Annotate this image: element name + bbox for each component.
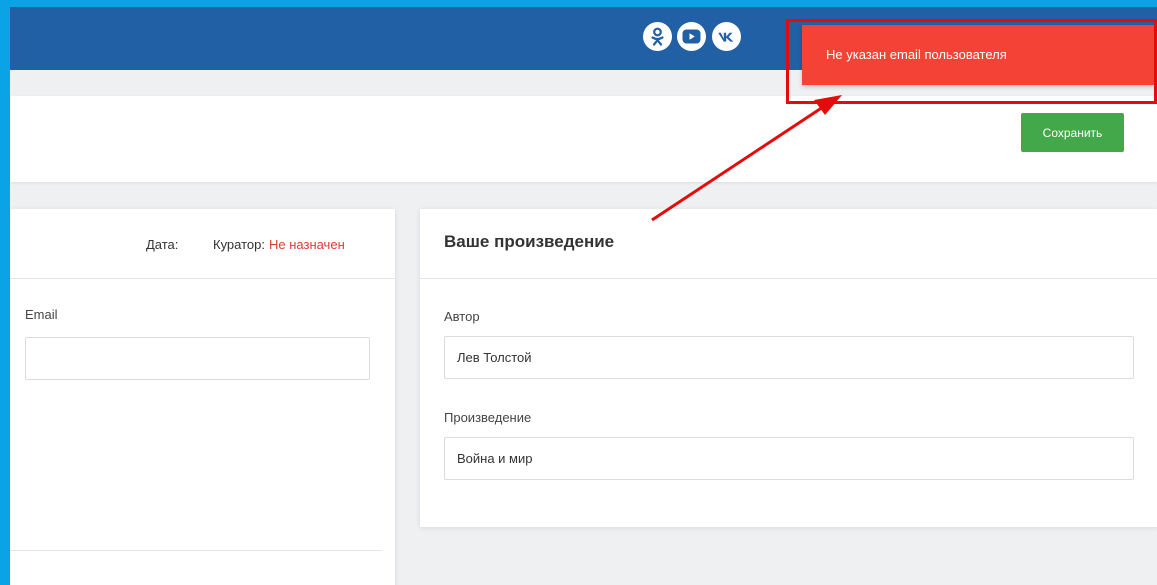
card-bottom-divider xyxy=(10,550,382,551)
curator-label: Куратор: xyxy=(213,237,265,252)
page-header-bar xyxy=(10,96,1157,182)
curator-info: Куратор: Не назначен xyxy=(213,237,345,252)
save-button[interactable]: Сохранить xyxy=(1021,113,1124,152)
author-label: Автор xyxy=(444,309,480,324)
card-divider xyxy=(420,278,1157,279)
email-label: Email xyxy=(25,307,58,322)
your-work-card: Ваше произведение Автор Произведение xyxy=(420,209,1157,527)
odnoklassniki-icon[interactable] xyxy=(643,22,672,51)
curator-status: Не назначен xyxy=(268,237,345,252)
section-title: Ваше произведение xyxy=(444,232,615,251)
work-title-field[interactable] xyxy=(444,437,1134,480)
request-info-card: Дата: Куратор: Не назначен Email xyxy=(10,209,395,585)
vk-icon[interactable] xyxy=(712,22,741,51)
card-divider xyxy=(10,278,395,279)
youtube-icon[interactable] xyxy=(677,22,706,51)
author-field[interactable] xyxy=(444,336,1134,379)
email-field[interactable] xyxy=(25,337,370,380)
date-label: Дата: xyxy=(146,237,179,252)
work-label: Произведение xyxy=(444,410,532,425)
annotation-highlight-box xyxy=(786,19,1157,104)
